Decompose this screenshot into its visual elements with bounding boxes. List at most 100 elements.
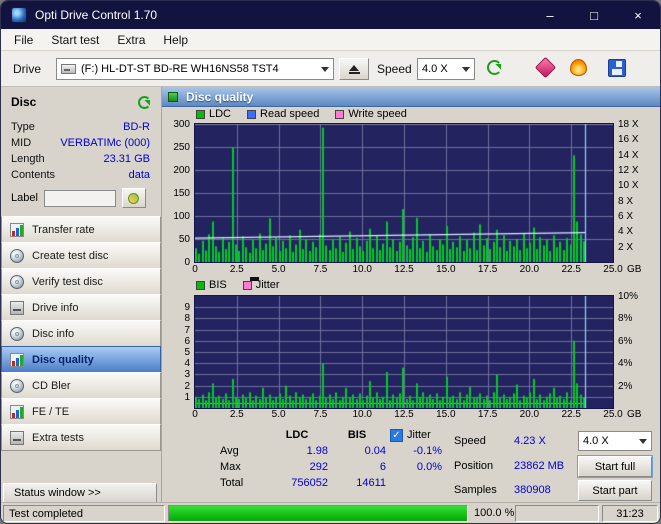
menu-start-test[interactable]: Start test — [42, 31, 108, 49]
close-button[interactable]: × — [616, 1, 660, 29]
axis-tick: 300 — [173, 119, 190, 130]
axis-tick: 7 — [184, 324, 190, 336]
menu-file[interactable]: File — [5, 31, 42, 49]
axis-tick: 8 X — [618, 195, 634, 207]
axis-tick: 12.5 — [394, 264, 414, 275]
axis-tick: 9 — [184, 302, 190, 314]
axis-tick: GB — [627, 264, 642, 275]
speed-stat-value: 4.23 X — [514, 435, 546, 447]
axis-tick: 6 X — [618, 211, 634, 222]
sidebar-item-extra-tests[interactable]: Extra tests — [1, 424, 161, 451]
bis-swatch-icon — [196, 280, 205, 290]
sidebar-item-create-test-disc[interactable]: Create test disc — [1, 242, 161, 269]
avg-jitter: -0.1% — [413, 445, 442, 457]
statusbar-spacer — [515, 505, 599, 522]
sidebar-item-transfer-rate[interactable]: Transfer rate — [1, 216, 161, 243]
axis-tick: 2.5 — [229, 409, 244, 420]
axis-tick: 200 — [173, 165, 190, 176]
sidebar-item-disc-info[interactable]: Disc info — [1, 320, 161, 347]
total-ldc: 756052 — [291, 477, 328, 489]
maximize-button[interactable]: □ — [572, 1, 616, 29]
bis-y-axis-left: 987654321 — [165, 296, 192, 408]
axis-tick: 12.5 — [394, 409, 414, 420]
write-label-button[interactable] — [121, 188, 146, 208]
menu-help[interactable]: Help — [154, 31, 197, 49]
axis-tick: 8% — [618, 313, 633, 325]
sidebar-item-drive-info[interactable]: Drive info — [1, 294, 161, 321]
axis-tick: 5.0 — [271, 409, 286, 420]
top-chart-legend: LDC Read speed Write speed — [196, 108, 407, 120]
ldc-column-header: LDC — [285, 429, 309, 441]
erase-disc-icon[interactable] — [534, 56, 557, 79]
axis-tick: 25.0 — [603, 264, 623, 275]
speed-select-value: 4.0 X — [422, 63, 448, 75]
start-full-button[interactable]: Start full — [577, 455, 653, 478]
max-ldc: 292 — [309, 461, 328, 473]
axis-tick: 4 — [184, 358, 190, 370]
verify-test-disc-icon — [10, 274, 24, 289]
samples-stat-label: Samples — [454, 484, 497, 496]
refresh-disc-icon[interactable] — [138, 95, 151, 109]
drive-info-icon — [10, 300, 24, 315]
axis-tick: 12 X — [618, 165, 639, 176]
burn-disc-icon[interactable] — [570, 59, 587, 76]
drive-label: Drive — [13, 62, 42, 76]
cd-bler-icon — [10, 378, 24, 393]
axis-tick: GB — [627, 409, 642, 420]
avg-ldc: 1.98 — [306, 445, 328, 457]
sidebar-item-disc-quality[interactable]: Disc quality — [1, 346, 161, 373]
max-bis: 6 — [379, 461, 386, 473]
jitter-checkbox-label: Jitter — [407, 429, 431, 441]
disc-contents-row: Contents data — [11, 169, 150, 181]
write-speed-swatch-icon — [335, 109, 345, 119]
axis-tick: 17.5 — [477, 409, 498, 420]
axis-tick: 2.5 — [229, 264, 244, 275]
disc-panel-title: Disc — [11, 95, 37, 109]
axis-tick: 20.0 — [519, 264, 540, 275]
menu-extra[interactable]: Extra — [108, 31, 154, 49]
start-part-button[interactable]: Start part — [578, 480, 652, 501]
speed-label: Speed — [377, 62, 412, 76]
axis-tick: 5.0 — [271, 264, 286, 275]
sidebar-item-cd-bler[interactable]: CD Bler — [1, 372, 161, 399]
refresh-drives-icon[interactable] — [487, 60, 502, 75]
toolbar: Drive (F:) HL-DT-ST BD-RE WH16NS58 TST4 … — [1, 51, 660, 87]
axis-tick: 22.5 — [561, 264, 581, 275]
axis-tick: 10.0 — [352, 409, 372, 420]
bis-column-header: BIS — [347, 429, 367, 441]
bis-chart-canvas — [194, 295, 614, 409]
extra-tests-icon — [10, 430, 24, 445]
samples-stat-value: 380908 — [514, 484, 551, 496]
axis-tick: 4 X — [618, 226, 634, 238]
save-icon[interactable] — [608, 59, 626, 77]
disc-type-row: Type BD-R — [11, 121, 150, 133]
chevron-down-icon — [639, 438, 647, 444]
ldc-swatch-icon — [196, 109, 205, 119]
app-window: Opti Drive Control 1.70 – □ × File Start… — [0, 0, 661, 524]
disc-type-value: BD-R — [123, 121, 150, 133]
sidebar-item-verify-test-disc[interactable]: Verify test disc — [1, 268, 161, 295]
checkmark-icon: ✓ — [392, 429, 401, 441]
max-jitter: 0.0% — [416, 461, 442, 473]
disc-label-input[interactable] — [43, 189, 116, 207]
chevron-down-icon — [321, 66, 329, 72]
axis-tick: 7.5 — [313, 409, 328, 420]
sidebar-buttons: Transfer rate Create test disc Verify te… — [1, 216, 161, 451]
speed-stat-label: Speed — [454, 435, 486, 447]
total-bis: 14611 — [356, 477, 386, 489]
minimize-button[interactable]: – — [528, 1, 572, 29]
disc-info: Type BD-R MID VERBATIMc (000) Length 23.… — [11, 119, 150, 183]
drive-select[interactable]: (F:) HL-DT-ST BD-RE WH16NS58 TST4 — [56, 58, 334, 80]
titlebar: Opti Drive Control 1.70 – □ × — [1, 1, 660, 29]
disc-quality-icon — [10, 352, 24, 367]
speed-stat-select[interactable]: 4.0 X — [578, 431, 652, 451]
speed-select[interactable]: 4.0 X — [417, 58, 475, 80]
disc-mid-value: VERBATIMc (000) — [60, 137, 150, 149]
status-window-button[interactable]: Status window >> — [3, 483, 157, 503]
write-label-icon — [128, 192, 140, 204]
jitter-checkbox[interactable]: ✓ — [390, 428, 403, 442]
sidebar-item-fe-te[interactable]: FE / TE — [1, 398, 161, 425]
eject-button[interactable] — [339, 58, 369, 80]
window-title: Opti Drive Control 1.70 — [35, 8, 158, 22]
status-text: Test completed — [3, 505, 165, 522]
